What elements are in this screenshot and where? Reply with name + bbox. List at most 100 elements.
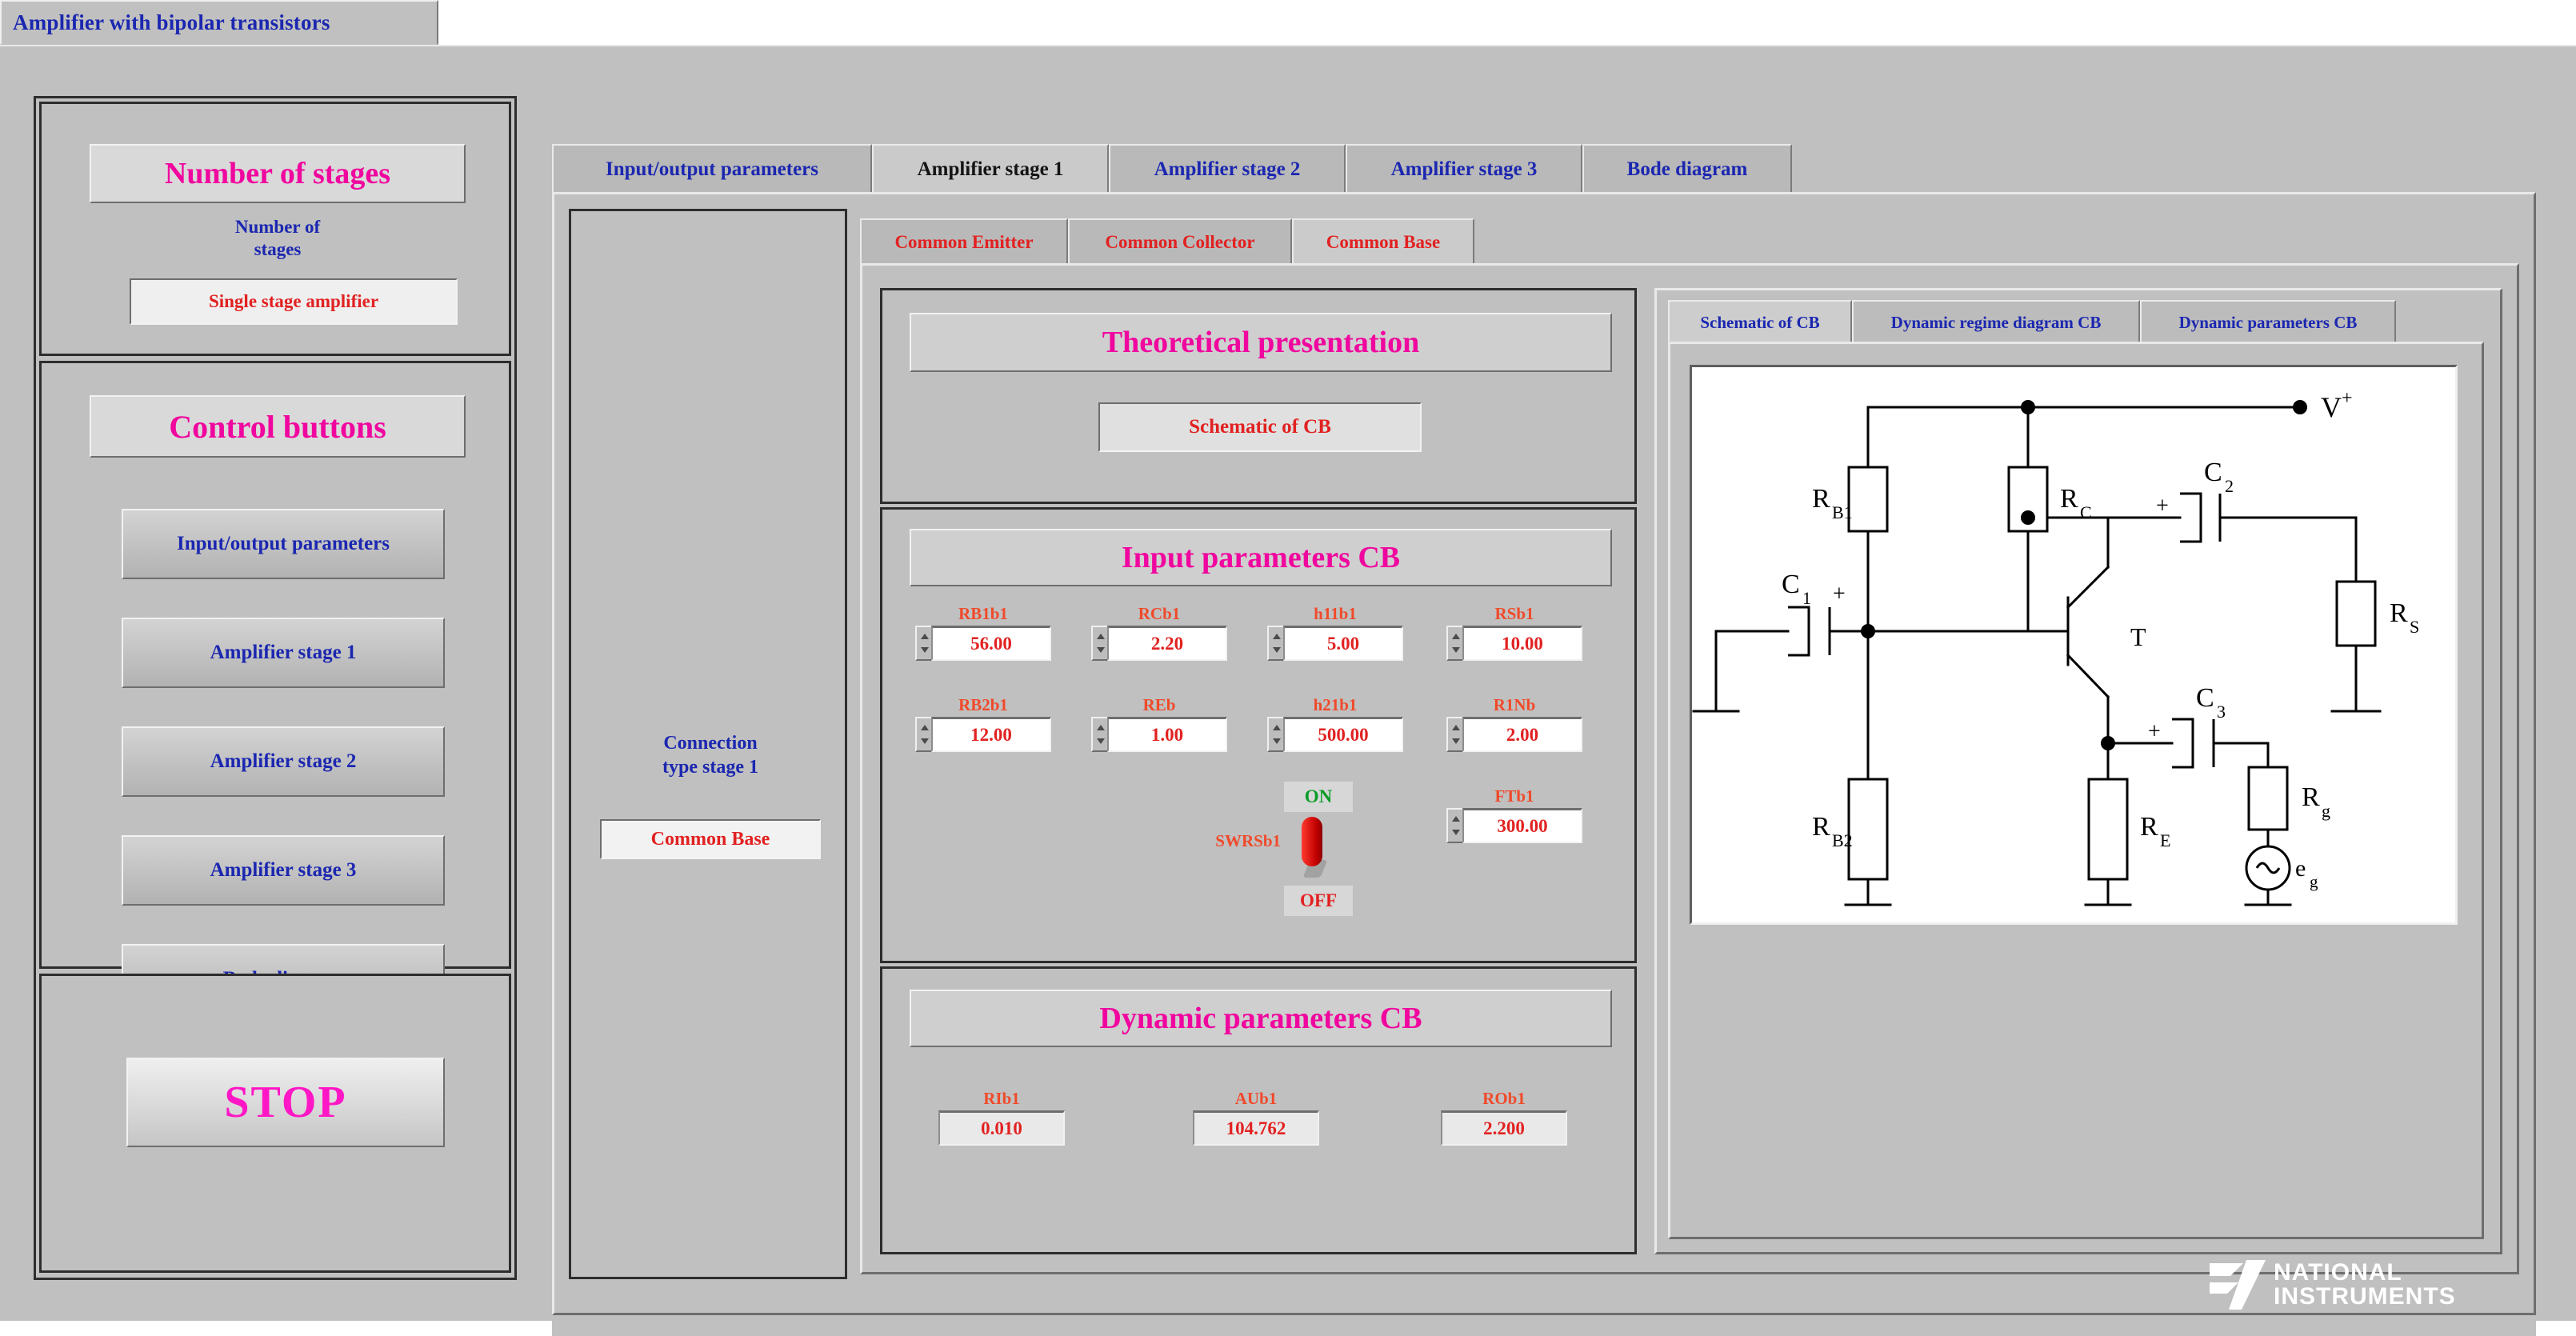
numeric-input[interactable]: 300.00: [1462, 808, 1582, 843]
switch-body[interactable]: [1300, 817, 1328, 879]
switch-off-label: OFF: [1284, 886, 1353, 916]
numeric-value: 500.00: [1318, 724, 1369, 745]
window-title-tab[interactable]: Amplifier with bipolar transistors: [0, 0, 438, 45]
tab-bode-diagram[interactable]: Bode diagram: [1582, 144, 1792, 194]
tab-amplifier-stage-1[interactable]: Amplifier stage 1: [872, 144, 1109, 194]
numeric-control-rb1b1[interactable]: RB1b1 56.00: [903, 604, 1063, 661]
label-vplus: V: [2321, 391, 2342, 423]
numeric-control-rcb1[interactable]: RCb1 2.20: [1079, 604, 1239, 661]
root-panel: Number of stages Number of stages Single…: [0, 45, 2576, 1336]
indicator-value: 2.200: [1483, 1118, 1525, 1138]
schematic-tabstrip: Schematic of CB Dynamic regime diagram C…: [1668, 300, 2484, 343]
schematic-of-cb-button-label: Schematic of CB: [1189, 416, 1331, 438]
numeric-control-ftb1[interactable]: FTb1 300.00: [1434, 786, 1594, 843]
input-parameters-cb-box: Input parameters CB RB1b1 56.00 RCb1 2.2…: [880, 507, 1637, 963]
left-sidebar: Number of stages Number of stages Single…: [34, 96, 517, 1280]
sidebar-button-amplifier-stage-3[interactable]: Amplifier stage 3: [122, 835, 445, 906]
spinner-icon[interactable]: [1267, 717, 1283, 752]
spinner-icon[interactable]: [1267, 626, 1283, 661]
spinner-icon[interactable]: [1446, 808, 1462, 843]
number-of-stages-combo[interactable]: Single stage amplifier: [130, 278, 458, 325]
switch-off-text: OFF: [1300, 890, 1337, 910]
stop-button[interactable]: STOP: [126, 1058, 445, 1147]
connection-type-value[interactable]: Common Base: [600, 819, 821, 859]
spinner-icon[interactable]: [915, 717, 931, 752]
tab-amplifier-stage-3[interactable]: Amplifier stage 3: [1346, 144, 1582, 194]
numeric-input[interactable]: 2.20: [1107, 626, 1227, 661]
spinner-icon[interactable]: [915, 626, 931, 661]
application-window: Amplifier with bipolar transistors Numbe…: [0, 0, 2576, 1336]
numeric-control-name: REb: [1142, 695, 1176, 714]
input-parameters-cb-header: Input parameters CB: [910, 529, 1612, 586]
numeric-input[interactable]: 5.00: [1283, 626, 1403, 661]
subtab-common-emitter[interactable]: Common Emitter: [860, 218, 1068, 265]
titlebar-filler: [438, 0, 2576, 45]
switch-knob[interactable]: [1302, 817, 1322, 866]
sidebar-button-amplifier-stage-2[interactable]: Amplifier stage 2: [122, 726, 445, 797]
spinner-icon[interactable]: [1446, 626, 1462, 661]
numeric-value: 5.00: [1326, 633, 1360, 654]
tab-input-output-parameters[interactable]: Input/output parameters: [552, 144, 872, 194]
sidebar-button-amplifier-stage-1[interactable]: Amplifier stage 1: [122, 618, 445, 688]
input-parameters-cb-title: Input parameters CB: [1121, 541, 1401, 574]
numeric-input[interactable]: 2.00: [1462, 717, 1582, 752]
switch-on-label: ON: [1284, 782, 1353, 812]
sidebar-button-label: Amplifier stage 1: [210, 642, 357, 663]
indicator-field: 104.762: [1193, 1110, 1319, 1146]
subtab-common-base[interactable]: Common Base: [1292, 218, 1474, 265]
dynamic-parameters-cb-box: Dynamic parameters CB RIb1 0.010 AUb1 10…: [880, 966, 1637, 1254]
tab-label: Amplifier stage 2: [1154, 158, 1301, 180]
numeric-control-rsb1[interactable]: RSb1 10.00: [1434, 604, 1594, 661]
tab-label: Input/output parameters: [606, 158, 818, 180]
label-rb2: R: [1812, 812, 1830, 842]
numeric-control-reb[interactable]: REb 1.00: [1079, 695, 1239, 752]
resistor-rg: [2247, 766, 2289, 831]
numeric-input[interactable]: 500.00: [1283, 717, 1403, 752]
label-c3: C: [2196, 683, 2214, 713]
main-content: Input/output parameters Amplifier stage …: [552, 112, 2536, 1336]
spinner-icon[interactable]: [1091, 717, 1107, 752]
numeric-value: 300.00: [1497, 815, 1548, 836]
main-tab-body: Connection type stage 1 Common Base Comm…: [552, 192, 2536, 1315]
spinner-icon[interactable]: [1091, 626, 1107, 661]
tab-label: Bode diagram: [1626, 158, 1748, 180]
number-of-stages-label-line1: Number of: [234, 217, 321, 237]
control-buttons-section: Control buttons Input/output parameters …: [39, 361, 511, 1014]
numeric-input[interactable]: 10.00: [1462, 626, 1582, 661]
numeric-control-h21b1[interactable]: h21b1 500.00: [1255, 695, 1415, 752]
subtab-common-collector[interactable]: Common Collector: [1068, 218, 1292, 265]
label-rg-sub: g: [2322, 801, 2330, 821]
spinner-icon[interactable]: [1446, 717, 1462, 752]
number-of-stages-section: Number of stages Number of stages Single…: [39, 102, 511, 356]
schematic-tab-schematic-of-cb[interactable]: Schematic of CB: [1668, 300, 1852, 343]
circuit-canvas: R B1 R C R B2 R E R S R g C 1 + C 2 + C …: [1690, 365, 2458, 925]
numeric-control-rb2b1[interactable]: RB2b1 12.00: [903, 695, 1063, 752]
numeric-control-name: RCb1: [1138, 604, 1181, 623]
number-of-stages-label: Number of stages: [122, 216, 434, 261]
dynamic-parameters-cb-header: Dynamic parameters CB: [910, 990, 1612, 1047]
indicator-name: ROb1: [1482, 1089, 1526, 1108]
theoretical-presentation-header: Theoretical presentation: [910, 313, 1612, 372]
connection-type-label: Connection type stage 1: [590, 731, 830, 779]
label-c1-plus: +: [1833, 582, 1846, 606]
numeric-input[interactable]: 56.00: [931, 626, 1051, 661]
numeric-value: 56.00: [970, 633, 1012, 654]
theoretical-presentation-title: Theoretical presentation: [1102, 326, 1420, 359]
resistor-rb1: [1847, 466, 1889, 533]
indicator-name: RIb1: [983, 1089, 1020, 1108]
schematic-tab-dynamic-parameters-cb[interactable]: Dynamic parameters CB: [2140, 300, 2396, 343]
schematic-tab-dynamic-regime-diagram-cb[interactable]: Dynamic regime diagram CB: [1852, 300, 2140, 343]
numeric-control-r1nb[interactable]: R1Nb 2.00: [1434, 695, 1594, 752]
numeric-input[interactable]: 12.00: [931, 717, 1051, 752]
tab-amplifier-stage-2[interactable]: Amplifier stage 2: [1109, 144, 1346, 194]
label-rs-sub: S: [2410, 617, 2419, 637]
schematic-tab-label: Dynamic parameters CB: [2178, 312, 2358, 332]
numeric-control-h11b1[interactable]: h11b1 5.00: [1255, 604, 1415, 661]
connection-subtabstrip: Common Emitter Common Collector Common B…: [860, 218, 2519, 265]
numeric-input[interactable]: 1.00: [1107, 717, 1227, 752]
switch-swrsb1[interactable]: ON SWRSb1 OFF: [1210, 782, 1418, 934]
numeric-control-name: RB2b1: [958, 695, 1008, 714]
control-buttons-banner: Control buttons: [90, 395, 466, 458]
sidebar-button-input-output-parameters[interactable]: Input/output parameters: [122, 509, 445, 579]
schematic-of-cb-button[interactable]: Schematic of CB: [1098, 402, 1422, 452]
